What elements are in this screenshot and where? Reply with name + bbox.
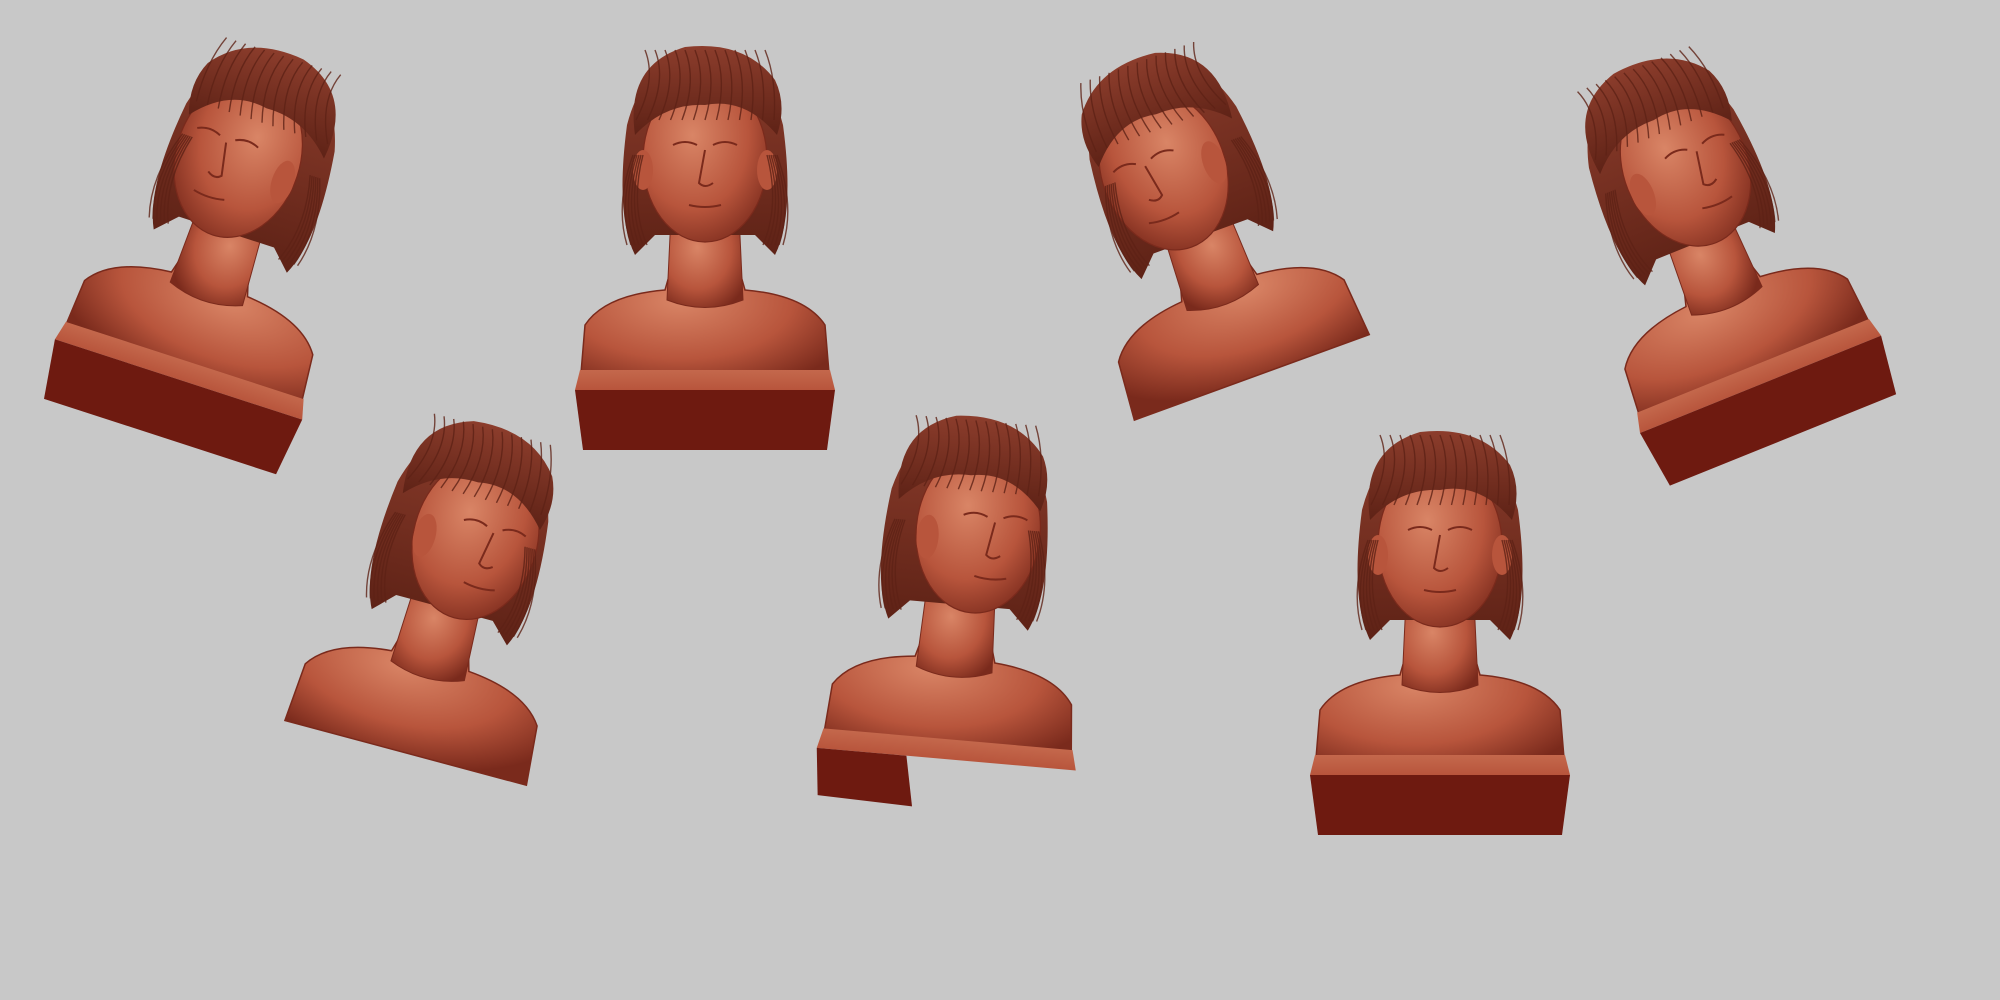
bust-turnaround-canvas	[43, 37, 1897, 835]
bust-6	[816, 415, 1076, 807]
bust-1	[43, 37, 342, 475]
bust-base-side	[575, 390, 835, 450]
bust-base-side	[1310, 775, 1570, 835]
bust-2	[575, 45, 835, 450]
bust-5	[283, 413, 554, 787]
bust-base-top	[575, 370, 835, 390]
bust-base-top	[1310, 755, 1570, 775]
bust-base-side	[816, 747, 913, 807]
bust-3	[1080, 41, 1371, 422]
bust-4	[1577, 46, 1897, 486]
sculpt-viewport	[0, 0, 2000, 1000]
bust-7	[1310, 430, 1570, 835]
